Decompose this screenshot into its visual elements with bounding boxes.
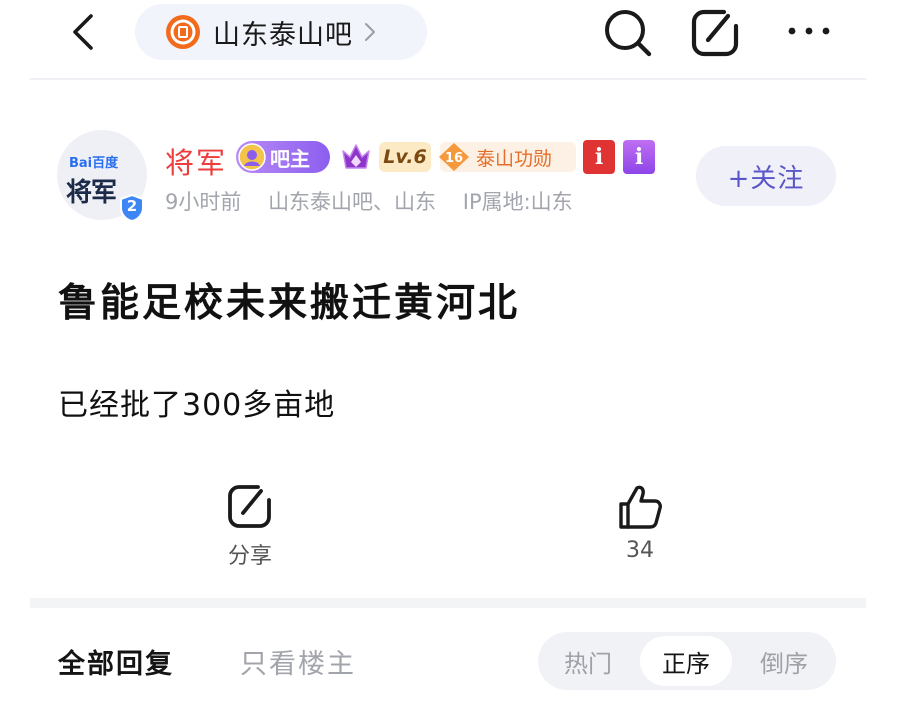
sort-option-hot[interactable]: 热门 xyxy=(542,636,634,686)
avatar[interactable]: Bai百度 将军 2 xyxy=(57,130,147,222)
avatar-main-text: 将军 xyxy=(66,178,117,208)
share-top-button[interactable] xyxy=(688,4,744,60)
sort-option-descending[interactable]: 倒序 xyxy=(738,636,830,686)
more-icon xyxy=(788,27,830,35)
post-meta: 9小时前 山东泰山吧、山东 IP属地:山东 xyxy=(165,186,593,216)
info-badge-red: i xyxy=(583,140,615,174)
post-ip-location: IP属地:山东 xyxy=(462,190,573,214)
forum-logo-icon xyxy=(166,15,200,49)
share-button[interactable]: 分享 xyxy=(205,480,295,580)
avatar-level-badge: 2 xyxy=(119,194,145,222)
merit-diamond-icon: 16 xyxy=(439,143,469,171)
tab-all-replies[interactable]: 全部回复 xyxy=(58,642,174,681)
like-count: 34 xyxy=(626,538,654,563)
level-badge: Lv.6 xyxy=(379,142,431,172)
search-icon xyxy=(605,10,652,57)
info-badge-purple: i xyxy=(623,140,655,174)
owner-badge: 吧主 xyxy=(236,141,330,173)
author-name[interactable]: 将军 xyxy=(165,140,227,182)
post-source: 山东泰山吧、山东 xyxy=(268,190,437,214)
share-icon xyxy=(691,9,739,57)
forum-link[interactable]: 山东泰山吧 xyxy=(135,4,427,60)
thumbs-up-icon xyxy=(619,485,662,529)
chevron-right-icon xyxy=(365,23,375,41)
top-divider xyxy=(30,78,866,80)
post-title: 鲁能足校未来搬迁黄河北 xyxy=(58,281,521,326)
avatar-brand-text: Bai百度 xyxy=(69,156,119,171)
like-button[interactable]: 34 xyxy=(595,482,685,582)
follow-button[interactable]: +关注 xyxy=(696,146,836,206)
level-text: Lv.6 xyxy=(383,146,427,168)
post-time: 9小时前 xyxy=(165,190,242,214)
owner-badge-label: 吧主 xyxy=(270,146,310,171)
share-label: 分享 xyxy=(227,544,272,569)
search-button[interactable] xyxy=(600,5,656,61)
sort-option-ascending[interactable]: 正序 xyxy=(640,636,732,686)
more-button[interactable] xyxy=(784,20,834,42)
avatar-badge-number: 2 xyxy=(126,197,138,215)
back-icon xyxy=(73,14,93,50)
sort-toggle: 热门 正序 倒序 xyxy=(538,632,836,690)
post-body: 已经批了300多亩地 xyxy=(58,388,336,423)
merit-label: 泰山功勋 xyxy=(476,147,553,170)
share-icon xyxy=(228,485,271,528)
crown-icon xyxy=(339,140,373,174)
merit-level-number: 16 xyxy=(445,151,463,166)
forum-name: 山东泰山吧 xyxy=(213,19,353,51)
owner-avatar-icon xyxy=(238,143,266,171)
back-button[interactable] xyxy=(62,10,106,54)
merit-badge: 16 泰山功勋 xyxy=(439,142,576,172)
section-divider xyxy=(30,598,866,608)
tab-only-op[interactable]: 只看楼主 xyxy=(240,642,356,681)
